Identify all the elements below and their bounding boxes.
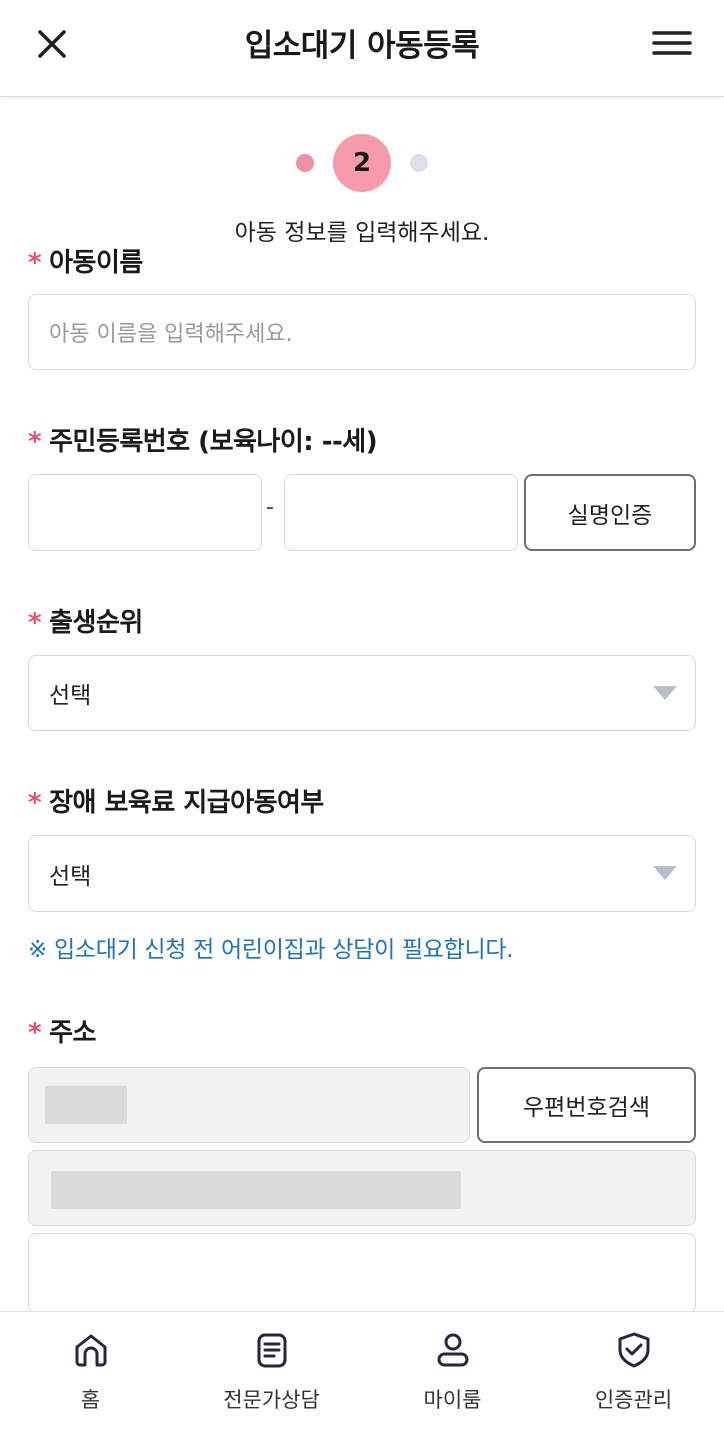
document-icon (257, 1333, 287, 1368)
tab-expert-consult[interactable]: 전문가상담 (181, 1312, 362, 1441)
redacted-address (51, 1171, 461, 1209)
tab-auth-manage[interactable]: 인증관리 (543, 1312, 724, 1441)
consultation-notice: ※ 입소대기 신청 전 어린이집과 상담이 필요합니다. (28, 937, 514, 963)
required-mark: * (28, 427, 42, 457)
postcode-field (28, 1067, 470, 1143)
hamburger-menu-icon[interactable] (648, 24, 696, 64)
step-dot-next (410, 154, 428, 172)
dropdown-caret-icon (653, 866, 677, 880)
disability-label: * 장애 보육료 지급아동여부 (28, 788, 324, 818)
child-name-placeholder: 아동 이름을 입력해주세요. (49, 322, 293, 347)
postcode-search-button[interactable]: 우편번호검색 (477, 1067, 696, 1143)
rrn-label: * 주민등록번호 (보육나이: --세) (28, 427, 378, 457)
step-indicator: 2 (0, 132, 724, 194)
required-mark: * (28, 788, 42, 818)
tab-myroom[interactable]: 마이룸 (362, 1312, 543, 1441)
address-label: * 주소 (28, 1018, 96, 1048)
birth-order-select[interactable]: 선택 (28, 655, 696, 731)
step-current: 2 (333, 134, 391, 192)
required-mark: * (28, 248, 42, 278)
tab-home[interactable]: 홈 (0, 1312, 181, 1441)
page-title: 입소대기 아동등록 (244, 28, 480, 64)
app-header: 입소대기 아동등록 (0, 0, 724, 97)
rrn-front-input[interactable] (28, 474, 262, 551)
child-name-label: * 아동이름 (28, 248, 143, 278)
redacted-postcode (45, 1086, 127, 1124)
home-icon (75, 1334, 107, 1367)
rrn-separator: - (266, 495, 274, 520)
verify-name-button[interactable]: 실명인증 (524, 474, 696, 551)
address-field (28, 1150, 696, 1226)
user-icon (437, 1333, 469, 1367)
birth-order-label: * 출생순위 (28, 608, 143, 638)
tab-myroom-label: 마이룸 (423, 1388, 482, 1412)
dropdown-caret-icon (653, 686, 677, 700)
step-dot-previous (296, 154, 314, 172)
disability-value: 선택 (49, 863, 92, 890)
required-mark: * (28, 1018, 42, 1048)
tab-home-label: 홈 (80, 1388, 101, 1412)
bottom-tab-bar: 홈 전문가상담 마이룸 인증관리 (0, 1311, 724, 1441)
tab-auth-label: 인증관리 (594, 1388, 673, 1412)
child-name-input[interactable]: 아동 이름을 입력해주세요. (28, 294, 696, 370)
birth-order-value: 선택 (49, 683, 92, 709)
shield-check-icon (618, 1332, 650, 1368)
tab-expert-label: 전문가상담 (223, 1388, 320, 1412)
disability-select[interactable]: 선택 (28, 835, 696, 912)
required-mark: * (28, 608, 42, 638)
rrn-back-input[interactable] (284, 474, 518, 551)
address-detail-input[interactable] (28, 1233, 696, 1313)
